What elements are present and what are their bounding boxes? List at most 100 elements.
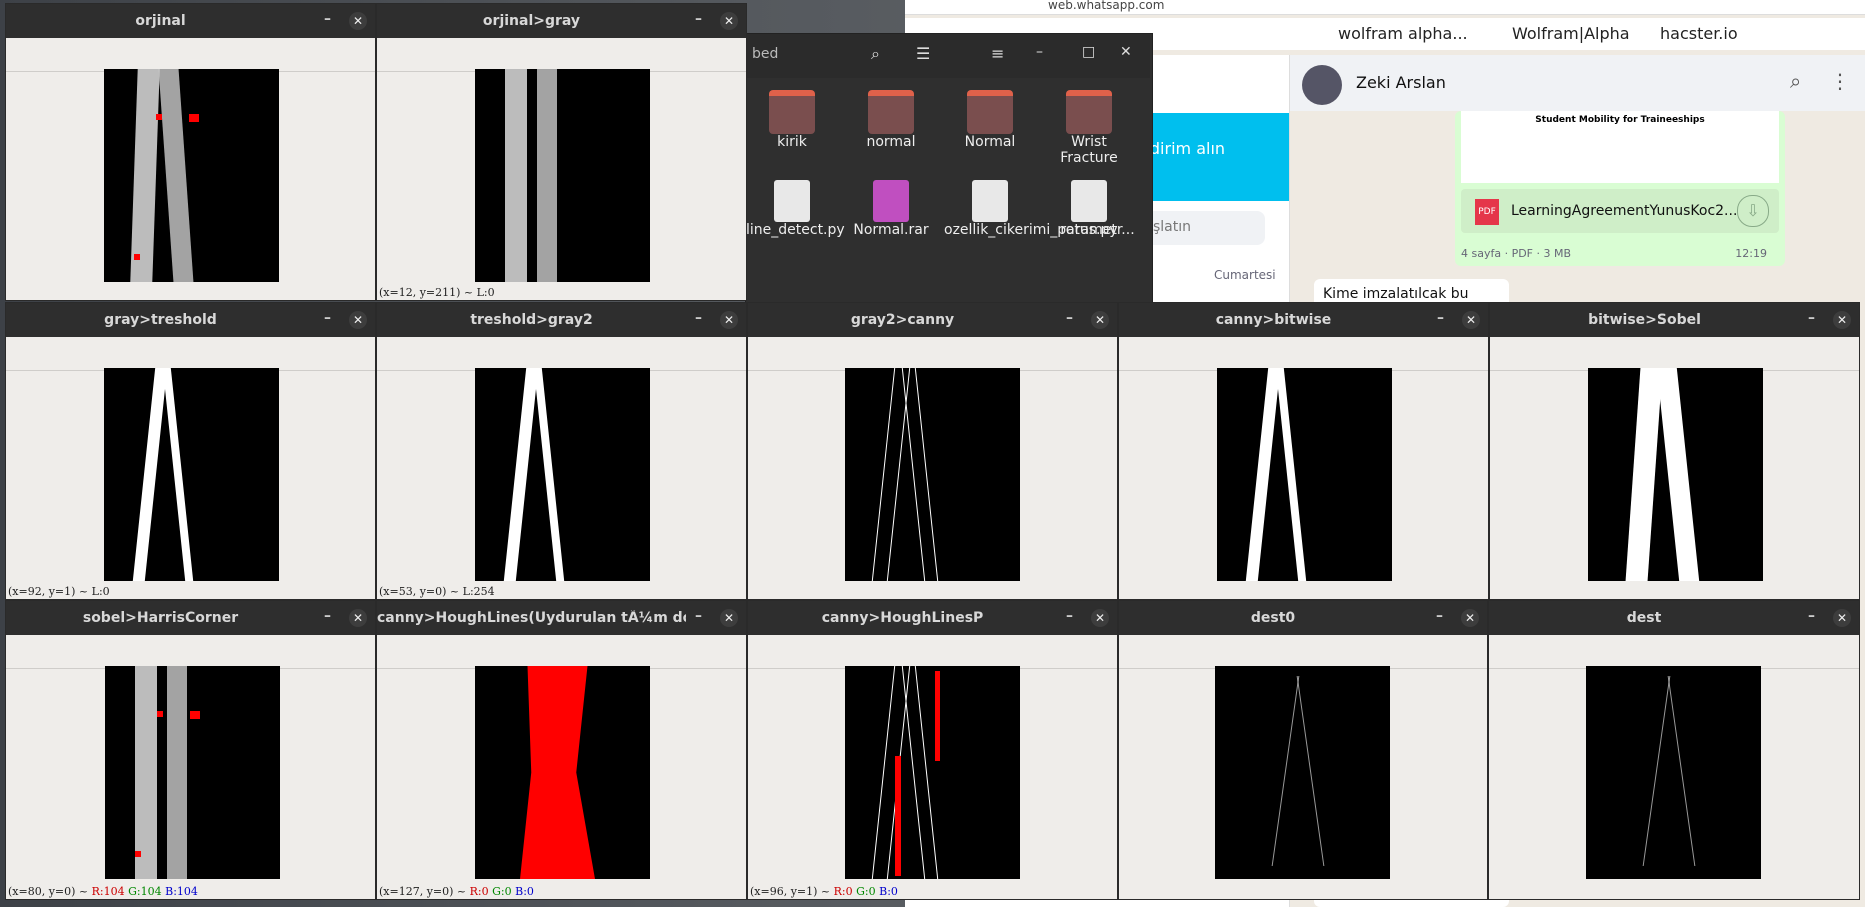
window-titlebar[interactable]: dest – ✕ [1489, 601, 1859, 635]
minimize-icon[interactable]: – [324, 310, 331, 326]
window-toolbar [6, 635, 375, 669]
file-item-wrist-fracture[interactable]: Wrist Fracture [1043, 90, 1135, 166]
file-item-rotus[interactable]: rotus.py [1043, 180, 1135, 238]
cv-window-bitwise-sobel[interactable]: bitwise>Sobel – ✕ [1489, 302, 1860, 600]
avatar[interactable] [1302, 65, 1342, 105]
url-text: web.whatsapp.com [1048, 0, 1165, 12]
close-icon[interactable]: ✕ [1462, 311, 1480, 329]
window-titlebar[interactable]: orjinal>gray – ✕ [377, 4, 746, 38]
status-readout: (x=53, y=0) ~ L:254 [379, 585, 495, 598]
close-icon[interactable]: ✕ [349, 311, 367, 329]
minimize-icon[interactable]: – [695, 608, 702, 624]
pdf-preview: Student Mobility for Traineeships [1461, 111, 1779, 183]
window-titlebar[interactable]: canny>HoughLinesP – ✕ [748, 601, 1117, 635]
close-icon[interactable]: ✕ [1461, 609, 1479, 627]
cv-window-gray2-canny[interactable]: gray2>canny – ✕ [747, 302, 1118, 600]
dest0-image [1215, 666, 1390, 879]
address-bar[interactable]: web.whatsapp.com [905, 0, 1865, 15]
cv-window-treshold-gray2[interactable]: treshold>gray2– ✕ (x=53, y=0) ~ L:254 [376, 302, 747, 600]
close-icon[interactable]: ✕ [1091, 609, 1109, 627]
window-titlebar[interactable]: treshold>gray2– ✕ [377, 303, 746, 337]
download-icon[interactable]: ⇩ [1737, 195, 1769, 227]
close-icon[interactable]: ✕ [1120, 44, 1132, 60]
pdf-icon: PDF [1475, 199, 1499, 225]
threshold-image [104, 368, 279, 581]
minimize-icon[interactable]: – [1066, 310, 1073, 326]
file-item-normal-rar[interactable]: Normal.rar [845, 180, 937, 238]
window-titlebar[interactable]: gray2>canny – ✕ [748, 303, 1117, 337]
bookmark-hacster[interactable]: hacster.io [1660, 24, 1738, 43]
window-toolbar [1119, 337, 1488, 371]
file-item-Normal[interactable]: Normal [944, 90, 1036, 150]
cv-window-sobel-harris[interactable]: sobel>HarrisCorner – ✕ (x=80, y=0) ~ R:104… [5, 600, 376, 900]
status-readout: (x=92, y=1) ~ L:0 [8, 585, 110, 598]
file-time: 12:19 [1735, 247, 1767, 260]
window-toolbar [377, 337, 746, 371]
gray-image [475, 69, 650, 282]
minimize-icon[interactable]: – [1437, 310, 1444, 326]
pdf-message-bubble[interactable]: Student Mobility for Traineeships PDF Le… [1455, 111, 1785, 266]
minimize-icon[interactable]: – [1036, 44, 1043, 60]
cv-window-houghlinesp[interactable]: canny>HoughLinesP – ✕ (x=96, y=1) ~ R:0 G:… [747, 600, 1118, 900]
bitwise-image [1217, 368, 1392, 581]
close-icon[interactable]: ✕ [1833, 609, 1851, 627]
window-titlebar[interactable]: sobel>HarrisCorner – ✕ [6, 601, 375, 635]
close-icon[interactable]: ✕ [720, 311, 738, 329]
window-toolbar [748, 337, 1117, 371]
python-file-icon [774, 180, 810, 222]
close-icon[interactable]: ✕ [1833, 311, 1851, 329]
maximize-icon[interactable]: □ [1082, 44, 1095, 60]
file-meta: 4 sayfa · PDF · 3 MB [1461, 247, 1572, 260]
minimize-icon[interactable]: – [1808, 608, 1815, 624]
file-item-ozellik[interactable]: ozellik_cikerimi_parametr... [944, 180, 1135, 238]
close-icon[interactable]: ✕ [720, 609, 738, 627]
minimize-icon[interactable]: – [324, 11, 331, 27]
sobel-image [1588, 368, 1763, 581]
dest-image [1586, 666, 1761, 879]
search-icon[interactable]: ⌕ [1790, 69, 1801, 93]
path-breadcrumb[interactable]: bed [752, 46, 778, 62]
window-titlebar[interactable]: canny>HoughLines(Uydurulan tÃ¼m do... – ✕ [377, 601, 746, 635]
window-titlebar[interactable]: gray>treshold – ✕ [6, 303, 375, 337]
bookmark-wolfram-2[interactable]: Wolfram|Alpha [1512, 24, 1630, 43]
minimize-icon[interactable]: – [324, 608, 331, 624]
minimize-icon[interactable]: – [1808, 310, 1815, 326]
minimize-icon[interactable]: – [1436, 608, 1443, 624]
close-icon[interactable]: ✕ [349, 12, 367, 30]
window-toolbar [6, 337, 375, 371]
file-item-normal[interactable]: normal [845, 90, 937, 150]
cv-window-houghlines[interactable]: canny>HoughLines(Uydurulan tÃ¼m do... – ✕ … [376, 600, 747, 900]
folder-icon [769, 90, 815, 134]
search-icon[interactable]: ⌕ [871, 44, 880, 64]
minimize-icon[interactable]: – [695, 11, 702, 27]
cv-window-dest[interactable]: dest – ✕ [1488, 600, 1860, 900]
menu-icon[interactable]: ≡ [991, 44, 1004, 63]
close-icon[interactable]: ✕ [1091, 311, 1109, 329]
window-titlebar[interactable]: orjinal – ✕ [6, 4, 375, 38]
chat-header: Zeki Arslan ⌕ ⋮ [1290, 55, 1865, 111]
window-toolbar [748, 635, 1117, 669]
cv-window-dest0[interactable]: dest0– ✕ [1118, 600, 1488, 900]
status-readout: (x=80, y=0) ~ R:104 G:104 B:104 [8, 885, 198, 898]
minimize-icon[interactable]: – [1066, 608, 1073, 624]
cv-window-gray-treshold[interactable]: gray>treshold – ✕ (x=92, y=1) ~ L:0 [5, 302, 376, 600]
status-readout: (x=96, y=1) ~ R:0 G:0 B:0 [750, 885, 898, 898]
list-view-icon[interactable]: ☰ [916, 44, 930, 63]
cv-window-canny-bitwise[interactable]: canny>bitwise – ✕ [1118, 302, 1489, 600]
houghlinesp-image [845, 666, 1020, 879]
file-item-line-detect[interactable]: line_detect.py [746, 180, 845, 238]
window-titlebar[interactable]: canny>bitwise – ✕ [1119, 303, 1488, 337]
close-icon[interactable]: ✕ [349, 609, 367, 627]
cv-window-orjinal-gray[interactable]: orjinal>gray – ✕ (x=12, y=211) ~ L:0 [376, 3, 747, 301]
close-icon[interactable]: ✕ [720, 12, 738, 30]
pdf-attachment[interactable]: PDF LearningAgreementYunusKoc2... ⇩ [1461, 189, 1779, 233]
file-item-kirik[interactable]: kirik [746, 90, 838, 150]
search-input[interactable]: şlatın [1145, 211, 1265, 245]
window-titlebar[interactable]: dest0– ✕ [1119, 601, 1487, 635]
contact-name[interactable]: Zeki Arslan [1356, 73, 1446, 92]
bookmark-wolfram-1[interactable]: wolfram alpha... [1338, 24, 1468, 43]
minimize-icon[interactable]: – [695, 310, 702, 326]
cv-window-orjinal[interactable]: orjinal – ✕ [5, 3, 376, 301]
menu-icon[interactable]: ⋮ [1830, 69, 1850, 93]
window-titlebar[interactable]: bitwise>Sobel – ✕ [1490, 303, 1859, 337]
